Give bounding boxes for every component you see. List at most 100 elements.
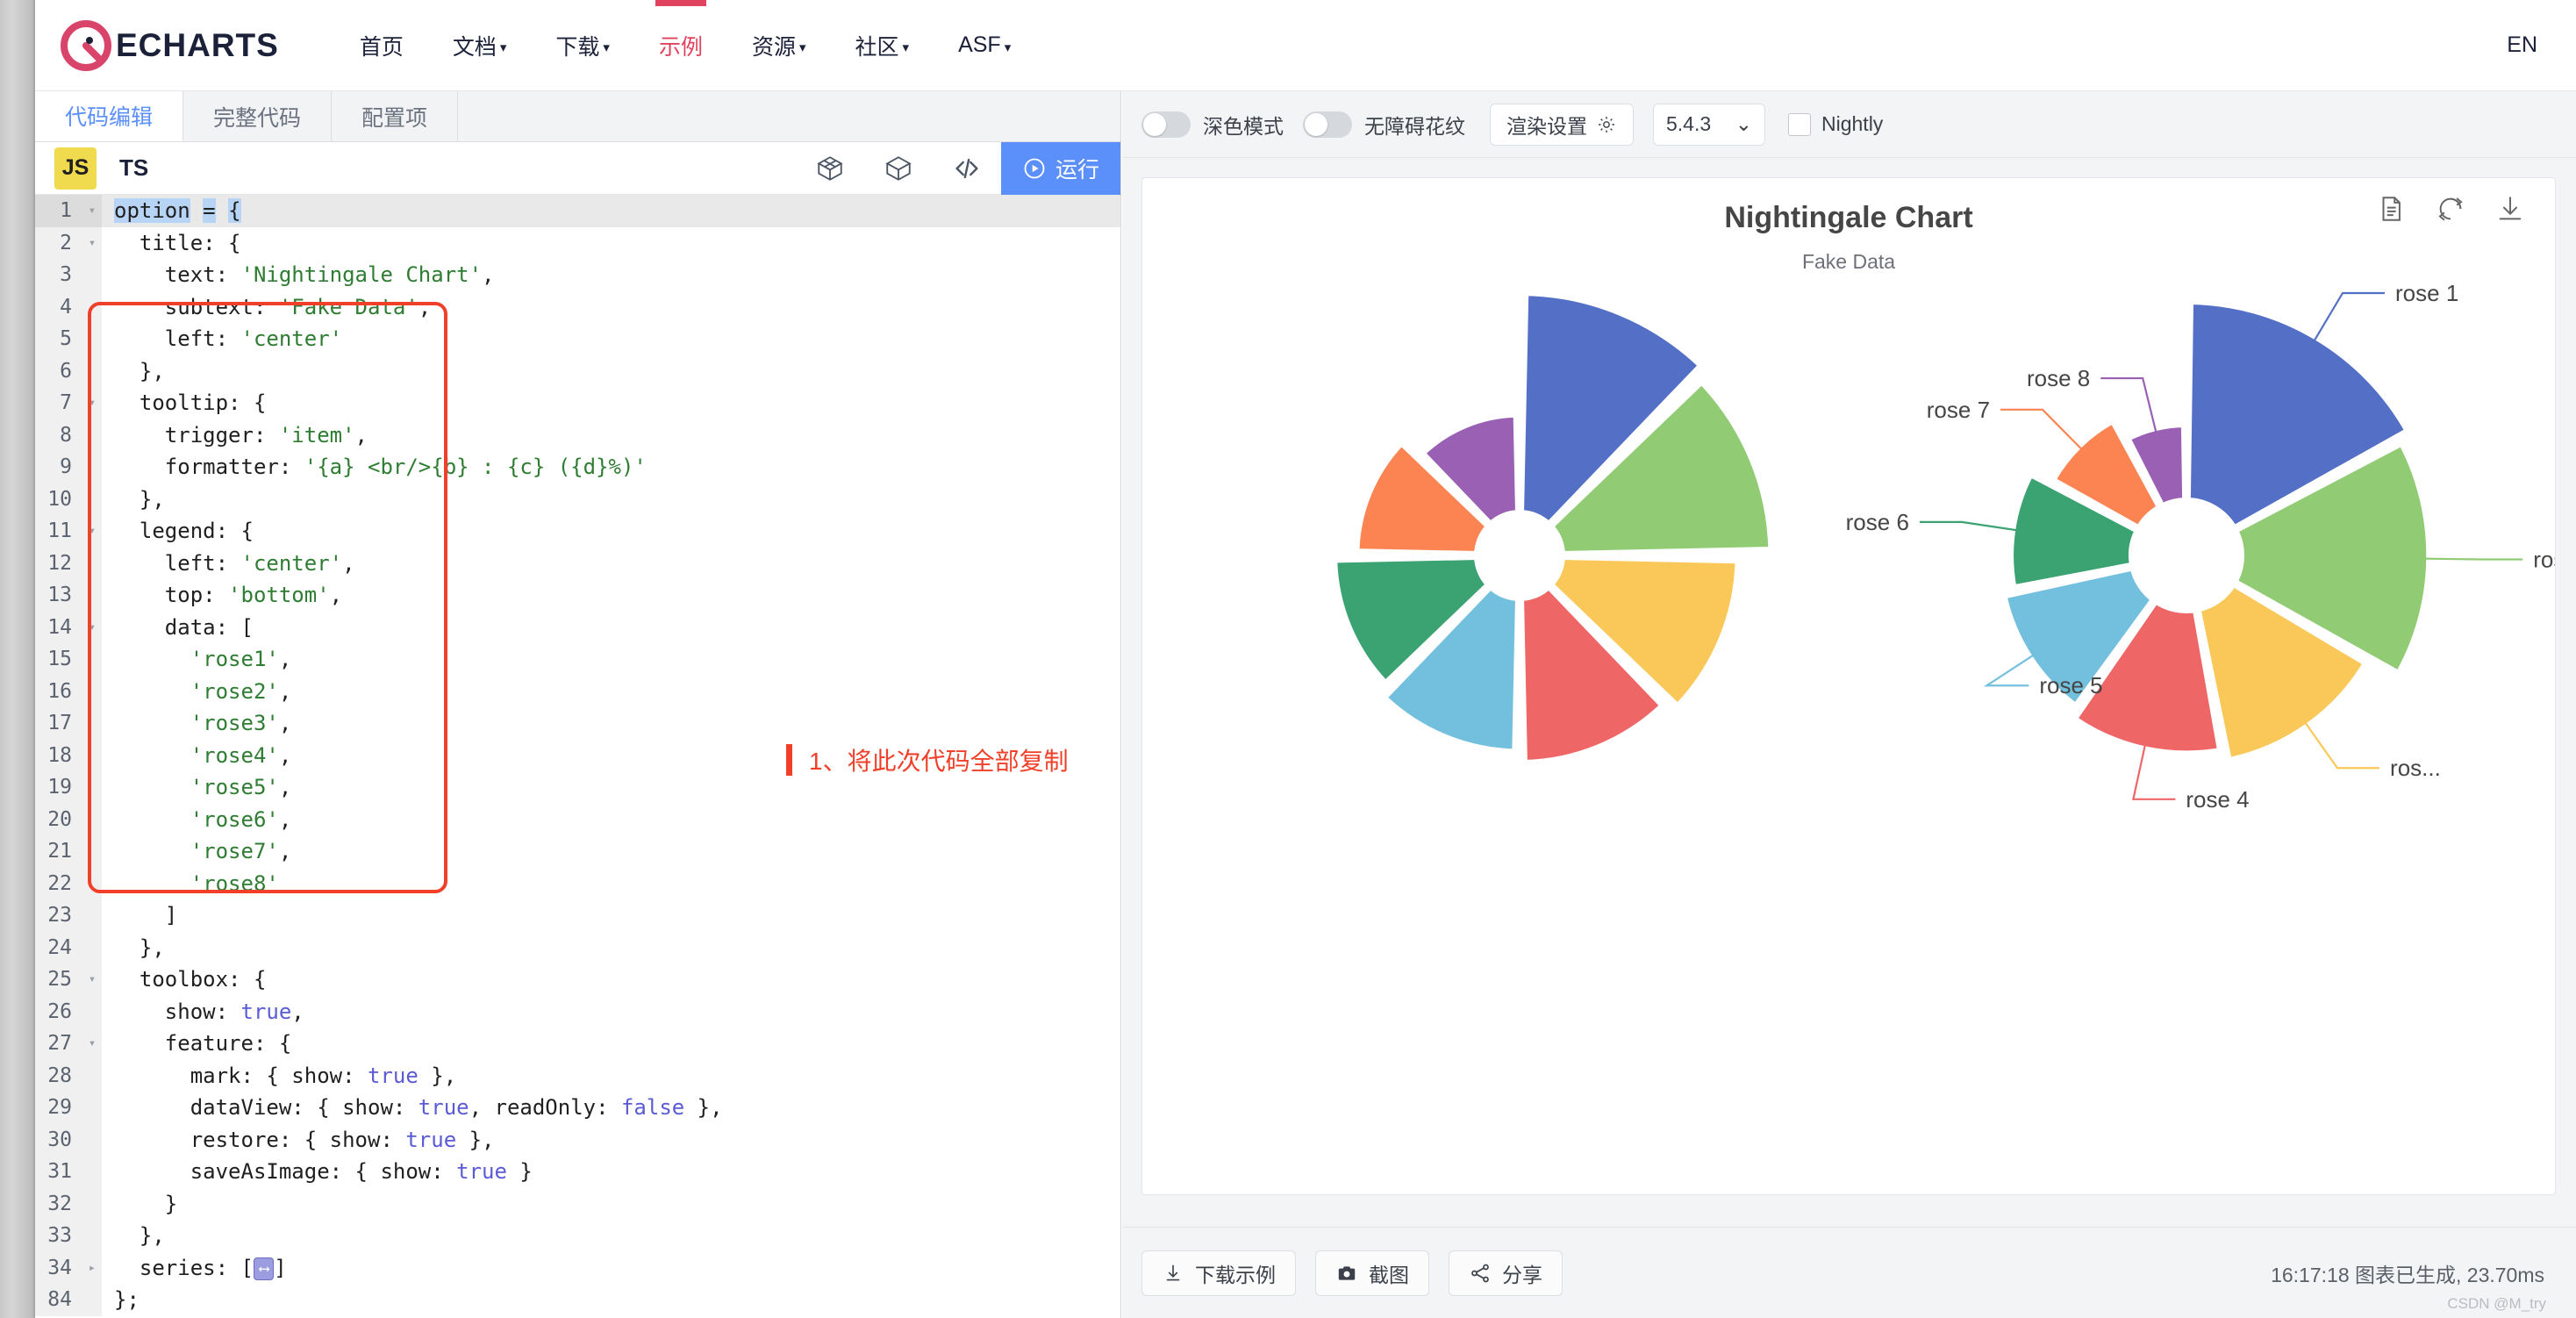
code-line[interactable]: 23 ]: [35, 899, 1120, 932]
dark-mode-toggle[interactable]: [1141, 111, 1191, 138]
code-line[interactable]: 22 'rose8': [35, 867, 1120, 899]
lang-js-button[interactable]: JS: [54, 147, 97, 190]
fold-toggle-icon[interactable]: ▾: [82, 226, 102, 259]
code-line[interactable]: 2 ▾ title: {: [35, 226, 1120, 259]
code-line[interactable]: 1 ▾ option = {: [35, 195, 1120, 227]
code-line[interactable]: 25 ▾ toolbox: {: [35, 963, 1120, 996]
top-navbar: ECHARTS 首页 文档 ▾ 下载 ▾ 示例 资源 ▾ 社区 ▾ ASF ▾ …: [35, 0, 2576, 91]
code-line[interactable]: 29 dataView: { show: true, readOnly: fal…: [35, 1092, 1120, 1124]
tab-options[interactable]: 配置项: [332, 91, 459, 141]
fold-toggle-icon: [82, 419, 102, 451]
download-example-button[interactable]: 下载示例: [1141, 1250, 1296, 1296]
run-button[interactable]: 运行: [1000, 141, 1120, 195]
nav-item-community[interactable]: 社区 ▾: [831, 0, 934, 91]
code-line[interactable]: 30 restore: { show: true },: [35, 1123, 1120, 1156]
code-line[interactable]: 32 }: [35, 1187, 1120, 1220]
code-line[interactable]: 9 formatter: '{a} <br/>{b} : {c} ({d}%)': [35, 451, 1120, 484]
nav-item-asf[interactable]: ASF ▾: [934, 0, 1035, 91]
nav-label: 社区: [855, 34, 899, 60]
editor-tools: 运行: [796, 141, 1120, 195]
fold-toggle-icon[interactable]: ▾: [82, 387, 102, 419]
nightly-checkbox-wrap[interactable]: Nightly: [1788, 112, 1883, 136]
code-text: };: [102, 1287, 140, 1312]
code-line[interactable]: 7 ▾ tooltip: {: [35, 387, 1120, 419]
screenshot-button[interactable]: 截图: [1315, 1250, 1429, 1296]
code-text: series: [⟷]: [102, 1256, 287, 1280]
fold-toggle-icon[interactable]: ▸: [82, 1251, 102, 1284]
code-line[interactable]: 3 text: 'Nightingale Chart',: [35, 259, 1120, 291]
code-text: mark: { show: true },: [102, 1064, 456, 1088]
render-settings-button[interactable]: 渲染设置: [1490, 103, 1634, 146]
code-line[interactable]: 34 ▸ series: [⟷]: [35, 1251, 1120, 1284]
line-number: 16: [35, 675, 82, 707]
fold-toggle-icon: [82, 290, 102, 323]
code-line[interactable]: 17 'rose3',: [35, 707, 1120, 740]
data-view-icon[interactable]: [2376, 194, 2406, 224]
fold-toggle-icon[interactable]: ▾: [82, 1028, 102, 1060]
version-select[interactable]: 5.4.3 ⌄: [1653, 103, 1765, 146]
code-line[interactable]: 84};: [35, 1284, 1120, 1316]
code-line[interactable]: 31 saveAsImage: { show: true }: [35, 1156, 1120, 1188]
code-token: ]: [164, 903, 178, 928]
code-line[interactable]: 4 subtext: 'Fake Data',: [35, 290, 1120, 323]
rose-label-5: rose 5: [2039, 672, 2102, 698]
line-number: 29: [35, 1092, 82, 1124]
code-line[interactable]: 26 show: true,: [35, 995, 1120, 1028]
nightly-checkbox[interactable]: [1788, 112, 1811, 136]
code-line[interactable]: 20 'rose6',: [35, 803, 1120, 835]
chart-canvas[interactable]: Nightingale Chart Fake Data rose 1 ro ro…: [1141, 177, 2556, 1195]
code-line[interactable]: 24 },: [35, 931, 1120, 963]
code-line[interactable]: 27 ▾ feature: {: [35, 1028, 1120, 1060]
nav-item-download[interactable]: 下载 ▾: [531, 0, 634, 91]
language-switch[interactable]: EN: [2507, 32, 2537, 58]
accessibility-pattern-toggle[interactable]: [1303, 111, 1352, 138]
line-number: 19: [35, 771, 82, 804]
code-line[interactable]: 11 ▾ legend: {: [35, 515, 1120, 548]
editor-pane: 代码编辑 完整代码 配置项 JS TS 运行 1 ▾ option = {2 …: [35, 91, 1121, 1318]
nav-item-resources[interactable]: 资源 ▾: [727, 0, 831, 91]
save-image-icon[interactable]: [2495, 194, 2525, 224]
fold-toggle-icon[interactable]: ▾: [82, 515, 102, 548]
restore-icon[interactable]: [2436, 194, 2465, 224]
code-line[interactable]: 21 'rose7',: [35, 835, 1120, 868]
code-icon[interactable]: [933, 142, 1001, 195]
fold-toggle-icon[interactable]: ▾: [82, 195, 102, 227]
code-token: true: [240, 999, 292, 1024]
beautify-icon[interactable]: [796, 142, 864, 195]
fold-toggle-icon[interactable]: ▾: [82, 611, 102, 643]
collapsed-code-widget[interactable]: ⟷: [253, 1257, 275, 1280]
code-line[interactable]: 12 left: 'center',: [35, 547, 1120, 579]
code-line[interactable]: 28 mark: { show: true },: [35, 1059, 1120, 1092]
code-line[interactable]: 14 ▾ data: [: [35, 611, 1120, 643]
fold-toggle-icon: [82, 483, 102, 515]
code-line[interactable]: 16 'rose2',: [35, 675, 1120, 707]
code-line[interactable]: 13 top: 'bottom',: [35, 579, 1120, 612]
code-token: 'bottom': [228, 583, 330, 608]
code-line[interactable]: 15 'rose1',: [35, 643, 1120, 676]
brand-logo[interactable]: ECHARTS: [60, 19, 279, 72]
tab-code-editor[interactable]: 代码编辑: [35, 91, 184, 141]
nav-item-examples[interactable]: 示例: [634, 0, 727, 91]
code-line[interactable]: 8 trigger: 'item',: [35, 419, 1120, 451]
cube-icon[interactable]: [864, 142, 933, 195]
tab-full-code[interactable]: 完整代码: [183, 91, 333, 141]
code-text: saveAsImage: { show: true }: [102, 1159, 533, 1184]
code-token: ,: [278, 806, 292, 832]
code-line[interactable]: 5 left: 'center': [35, 323, 1120, 355]
fold-toggle-icon: [82, 739, 102, 771]
code-line[interactable]: 6 },: [35, 355, 1120, 387]
line-number: 1: [35, 195, 82, 227]
nav-item-docs[interactable]: 文档 ▾: [428, 0, 532, 91]
annotation-text: 1、将此次代码全部复制: [786, 742, 1069, 777]
code-text: toolbox: {: [102, 967, 267, 992]
code-line[interactable]: 10 },: [35, 483, 1120, 515]
code-token: dataView: { show:: [190, 1095, 419, 1121]
nav-item-home[interactable]: 首页: [335, 0, 428, 91]
share-button[interactable]: 分享: [1449, 1250, 1563, 1296]
fold-toggle-icon[interactable]: ▾: [82, 963, 102, 996]
line-number: 3: [35, 259, 82, 291]
code-line[interactable]: 33 },: [35, 1220, 1120, 1252]
lang-ts-button[interactable]: TS: [119, 154, 148, 182]
code-token: top:: [164, 583, 229, 608]
